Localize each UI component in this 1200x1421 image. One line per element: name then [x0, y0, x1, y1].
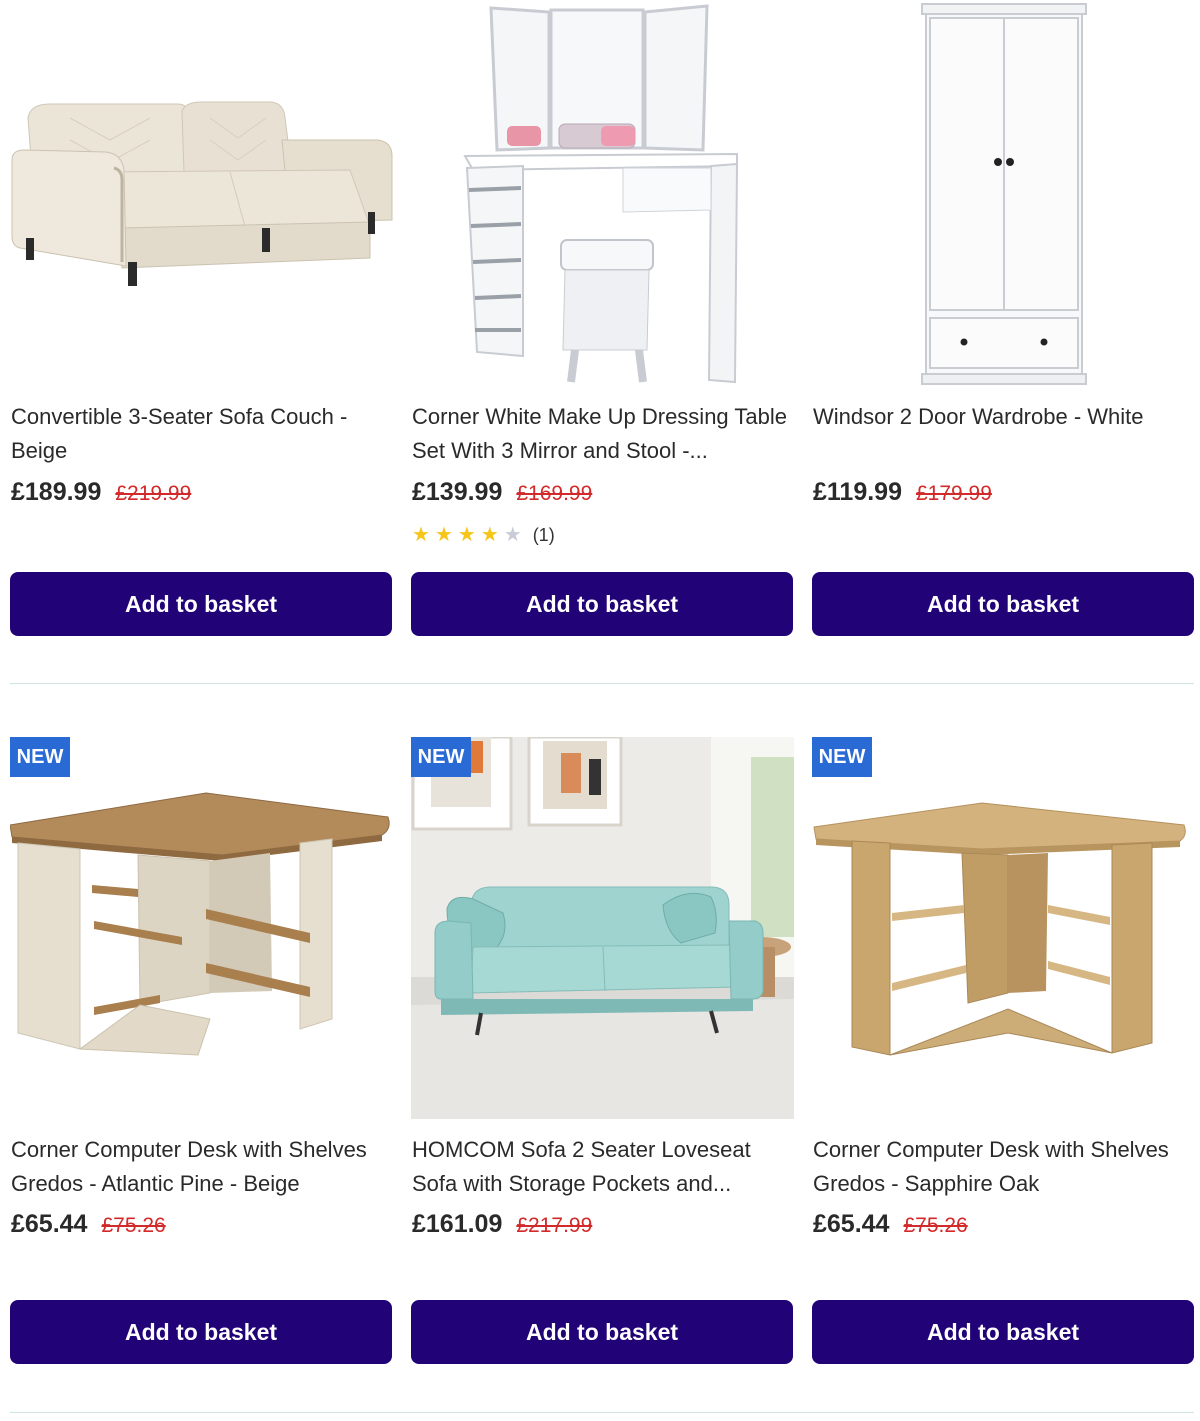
price-group: £161.09 £217.99	[412, 1210, 592, 1239]
add-to-basket-button[interactable]: Add to basket	[411, 572, 793, 636]
row-divider	[10, 1412, 1194, 1413]
product-row-2: NEW Corner Computer Desk with Shelves Gr…	[0, 700, 1200, 1390]
product-title[interactable]: Convertible 3-Seater Sofa Couch - Beige	[11, 400, 391, 468]
product-title[interactable]: HOMCOM Sofa 2 Seater Loveseat Sofa with …	[412, 1133, 792, 1201]
product-image-wardrobe[interactable]	[812, 0, 1195, 390]
star-filled-icon: ★	[434, 524, 453, 546]
current-price: £65.44	[813, 1210, 890, 1238]
product-image-loveseat-sofa[interactable]	[411, 737, 794, 1119]
current-price: £139.99	[412, 478, 503, 506]
price-group: £65.44 £75.26	[813, 1210, 968, 1239]
product-row-1: Convertible 3-Seater Sofa Couch - Beige …	[0, 0, 1200, 660]
price-group: £189.99 £219.99	[11, 478, 191, 507]
review-count[interactable]: (1)	[533, 525, 555, 546]
new-badge: NEW	[10, 737, 70, 777]
was-price: £179.99	[916, 482, 992, 505]
was-price: £217.99	[516, 1214, 593, 1237]
new-badge: NEW	[411, 737, 471, 777]
star-rating[interactable]: ★ ★ ★ ★ ★ (1)	[412, 524, 555, 546]
current-price: £161.09	[412, 1210, 503, 1238]
product-title[interactable]: Corner Computer Desk with Shelves Gredos…	[11, 1133, 391, 1201]
product-image-dressing-table[interactable]	[411, 0, 794, 390]
price-group: £65.44 £75.26	[11, 1210, 166, 1239]
star-filled-icon: ★	[480, 524, 499, 546]
add-to-basket-button[interactable]: Add to basket	[812, 572, 1194, 636]
product-image-corner-desk-oak[interactable]	[812, 737, 1195, 1119]
was-price: £75.26	[101, 1214, 166, 1237]
product-image-sofa-bed[interactable]	[10, 0, 393, 390]
star-empty-icon: ★	[503, 524, 522, 546]
star-filled-icon: ★	[457, 524, 476, 546]
product-title[interactable]: Corner Computer Desk with Shelves Gredos…	[813, 1133, 1193, 1201]
product-title[interactable]: Corner White Make Up Dressing Table Set …	[412, 400, 792, 468]
was-price: £219.99	[115, 482, 192, 505]
product-title[interactable]: Windsor 2 Door Wardrobe - White	[813, 400, 1193, 434]
row-divider	[10, 683, 1194, 684]
star-filled-icon: ★	[412, 524, 430, 546]
new-badge: NEW	[812, 737, 872, 777]
current-price: £189.99	[11, 478, 102, 506]
was-price: £169.99	[516, 482, 593, 505]
current-price: £119.99	[813, 478, 902, 506]
add-to-basket-button[interactable]: Add to basket	[812, 1300, 1194, 1364]
price-group: £139.99 £169.99	[412, 478, 592, 507]
add-to-basket-button[interactable]: Add to basket	[10, 572, 392, 636]
was-price: £75.26	[903, 1214, 968, 1237]
current-price: £65.44	[11, 1210, 88, 1238]
product-image-corner-desk-beige[interactable]	[10, 737, 393, 1119]
price-group: £119.99 £179.99	[813, 478, 992, 507]
add-to-basket-button[interactable]: Add to basket	[10, 1300, 392, 1364]
add-to-basket-button[interactable]: Add to basket	[411, 1300, 793, 1364]
